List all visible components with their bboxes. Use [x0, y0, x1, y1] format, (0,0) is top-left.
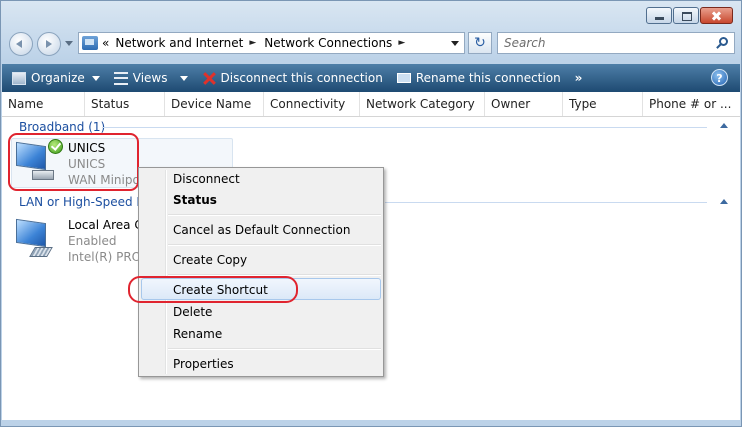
column-header-connectivity[interactable]: Connectivity: [264, 92, 360, 116]
red-x-icon: [202, 72, 216, 85]
explorer-window: « Network and Internet ► Network Connect…: [0, 0, 742, 427]
network-connection-icon: [12, 217, 56, 261]
column-header-device-name[interactable]: Device Name: [165, 92, 264, 116]
column-headers: Name Status Device Name Connectivity Net…: [2, 92, 740, 117]
breadcrumb-separator-icon[interactable]: ►: [398, 38, 405, 48]
breadcrumb-separator-icon[interactable]: ►: [249, 38, 256, 48]
search-placeholder: Search: [504, 36, 546, 50]
views-label: Views: [132, 71, 168, 85]
group-header-broadband[interactable]: Broadband (1): [19, 120, 105, 134]
column-header-owner[interactable]: Owner: [485, 92, 563, 116]
column-header-phone[interactable]: Phone # or ...: [643, 92, 740, 116]
address-overflow[interactable]: «: [102, 36, 109, 50]
highlight-ring: [8, 133, 139, 191]
disconnect-label: Disconnect this connection: [220, 71, 383, 85]
menu-item-properties[interactable]: Properties: [173, 357, 234, 371]
command-bar: Organize Views Disconnect this connectio…: [2, 64, 740, 92]
minimize-button[interactable]: [646, 7, 672, 24]
menu-item-create-copy[interactable]: Create Copy: [173, 253, 247, 267]
control-panel-icon: [82, 36, 98, 50]
recent-pages-dropdown-icon[interactable]: [65, 41, 73, 46]
menu-item-disconnect[interactable]: Disconnect: [173, 172, 240, 186]
rename-button[interactable]: Rename this connection: [396, 71, 561, 85]
menu-separator: [168, 348, 381, 350]
help-icon[interactable]: ?: [711, 69, 728, 86]
search-input[interactable]: Search: [497, 32, 735, 54]
organize-icon: [12, 71, 26, 85]
maximize-button[interactable]: [673, 7, 699, 24]
close-button[interactable]: [700, 7, 733, 24]
menu-item-cancel-default[interactable]: Cancel as Default Connection: [173, 223, 350, 237]
column-header-type[interactable]: Type: [563, 92, 643, 116]
organize-label: Organize: [31, 71, 85, 85]
menu-separator: [168, 214, 381, 216]
views-button[interactable]: Views: [113, 71, 188, 85]
search-icon[interactable]: [719, 37, 728, 46]
group-divider: [385, 202, 707, 203]
menu-item-delete[interactable]: Delete: [173, 305, 212, 319]
rename-icon: [396, 73, 411, 83]
highlight-ring: [128, 276, 298, 303]
rename-label: Rename this connection: [415, 71, 561, 85]
column-header-network-category[interactable]: Network Category: [360, 92, 485, 116]
address-bar[interactable]: « Network and Internet ► Network Connect…: [78, 32, 465, 54]
disconnect-button[interactable]: Disconnect this connection: [202, 71, 383, 85]
window-controls: [646, 7, 733, 24]
menu-separator: [168, 244, 381, 246]
views-icon: [113, 71, 128, 85]
menu-item-rename[interactable]: Rename: [173, 327, 222, 341]
collapse-group-icon[interactable]: [720, 123, 728, 128]
chevron-down-icon: [179, 75, 188, 81]
refresh-button[interactable]: ↻: [468, 32, 492, 54]
more-commands-button[interactable]: »: [575, 71, 583, 85]
column-header-status[interactable]: Status: [85, 92, 165, 116]
context-menu: Disconnect Status Cancel as Default Conn…: [138, 167, 384, 377]
group-header-lan[interactable]: LAN or High-Speed Int: [19, 195, 152, 209]
breadcrumb-network-connections[interactable]: Network Connections: [264, 36, 392, 50]
column-header-name[interactable]: Name: [2, 92, 85, 116]
organize-button[interactable]: Organize: [12, 71, 100, 85]
forward-button[interactable]: [37, 32, 61, 56]
breadcrumb-network-and-internet[interactable]: Network and Internet: [115, 36, 243, 50]
menu-item-status[interactable]: Status: [173, 193, 217, 207]
address-dropdown-icon[interactable]: [451, 41, 459, 46]
chevron-down-icon: [91, 75, 100, 81]
group-divider: [102, 127, 707, 128]
collapse-group-icon[interactable]: [720, 199, 728, 204]
back-button[interactable]: [9, 32, 33, 56]
